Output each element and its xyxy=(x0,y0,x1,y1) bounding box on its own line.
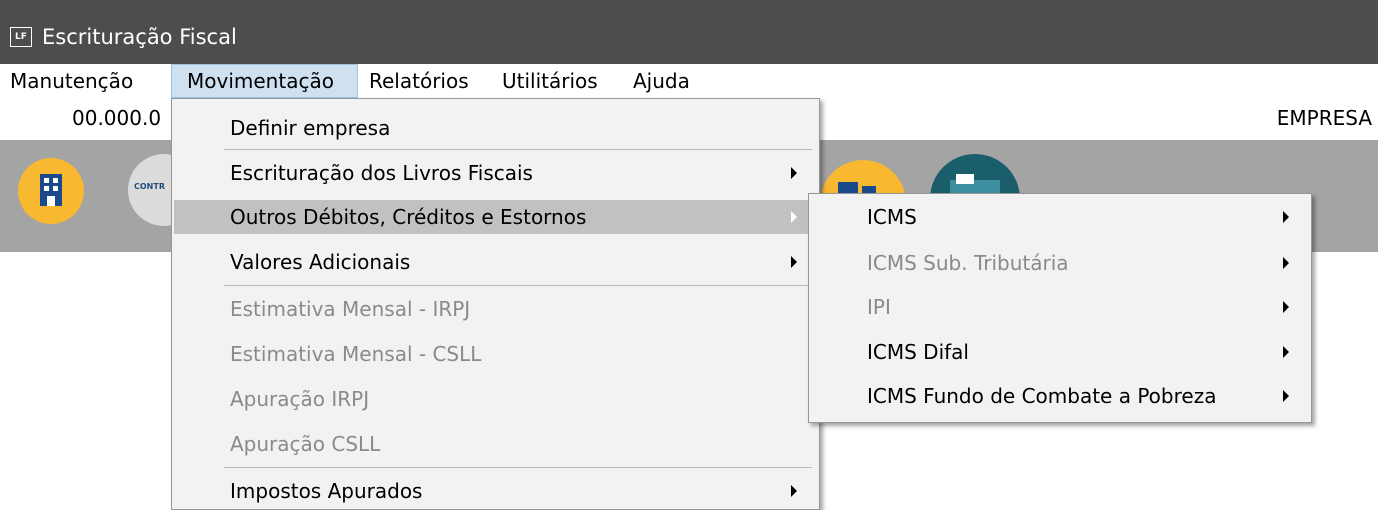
submenu-arrow-icon xyxy=(1283,301,1289,313)
submenu-item-icms[interactable]: ICMS xyxy=(809,200,1311,234)
menuitem-label: Estimativa Mensal - IRPJ xyxy=(230,297,471,321)
menu-bar: Manutenção Movimentação Relatórios Utili… xyxy=(0,64,1378,98)
menuitem-label: ICMS Difal xyxy=(867,340,969,364)
menuitem-label: ICMS xyxy=(867,205,917,229)
submenu-arrow-icon xyxy=(1283,346,1289,358)
menuitem-impostos-apurados[interactable]: Impostos Apurados xyxy=(172,474,819,508)
submenu-arrow-icon xyxy=(791,485,797,497)
menuitem-label: ICMS Sub. Tributária xyxy=(867,251,1069,275)
menuitem-outros-debitos[interactable]: Outros Débitos, Créditos e Estornos xyxy=(174,200,817,234)
submenu-item-icms-fcp[interactable]: ICMS Fundo de Combate a Pobreza xyxy=(809,379,1311,413)
menu-separator xyxy=(224,285,812,286)
menu-manutencao-label: Manutenção xyxy=(10,69,134,93)
cnpj-text: 00.000.0 xyxy=(72,106,162,130)
submenu-arrow-icon xyxy=(791,167,797,179)
submenu-arrow-icon xyxy=(791,256,797,268)
menuitem-label: IPI xyxy=(867,295,891,319)
menuitem-label: Escrituração dos Livros Fiscais xyxy=(230,161,533,185)
menuitem-label: Outros Débitos, Créditos e Estornos xyxy=(230,205,587,229)
submenu-arrow-icon xyxy=(791,211,797,223)
menuitem-definir-empresa[interactable]: Definir empresa xyxy=(172,111,819,145)
menuitem-label: Apuração IRPJ xyxy=(230,387,370,411)
submenu-item-ipi[interactable]: IPI xyxy=(809,290,1311,324)
submenu-item-icms-difal[interactable]: ICMS Difal xyxy=(809,335,1311,369)
menu-utilitarios-label: Utilitários xyxy=(502,69,598,93)
submenu-arrow-icon xyxy=(1283,390,1289,402)
menu-ajuda[interactable]: Ajuda xyxy=(633,64,703,98)
menu-manutencao[interactable]: Manutenção xyxy=(6,64,166,98)
app-logo-icon: LF xyxy=(10,27,32,47)
movimentacao-menu: Definir empresa Escrituração dos Livros … xyxy=(171,98,820,510)
submenu-arrow-icon xyxy=(1283,211,1289,223)
menu-relatorios[interactable]: Relatórios xyxy=(369,64,484,98)
menu-separator xyxy=(224,467,812,468)
menuitem-estimativa-irpj[interactable]: Estimativa Mensal - IRPJ xyxy=(172,292,819,326)
submenu-arrow-icon xyxy=(1283,257,1289,269)
outros-debitos-submenu: ICMS ICMS Sub. Tributária IPI ICMS Difal… xyxy=(808,193,1312,423)
building-icon xyxy=(40,174,62,206)
empresa-toolbar-button[interactable] xyxy=(18,158,84,224)
contr-label: CONTR xyxy=(134,182,165,191)
menuitem-label: Valores Adicionais xyxy=(230,250,411,274)
menuitem-label: Definir empresa xyxy=(230,116,391,140)
title-bar: LF Escrituração Fiscal xyxy=(0,0,1378,64)
menuitem-label: ICMS Fundo de Combate a Pobreza xyxy=(867,384,1217,408)
menuitem-apuracao-irpj[interactable]: Apuração IRPJ xyxy=(172,382,819,416)
submenu-item-icms-st[interactable]: ICMS Sub. Tributária xyxy=(809,246,1311,280)
menu-movimentacao-label: Movimentação xyxy=(187,69,334,93)
menuitem-label: Estimativa Mensal - CSLL xyxy=(230,342,482,366)
menu-relatorios-label: Relatórios xyxy=(369,69,469,93)
window-title: LF Escrituração Fiscal xyxy=(10,22,237,52)
menuitem-valores-adicionais[interactable]: Valores Adicionais xyxy=(172,245,819,279)
menuitem-label: Apuração CSLL xyxy=(230,432,381,456)
menuitem-label: Impostos Apurados xyxy=(230,479,423,503)
menu-movimentacao[interactable]: Movimentação xyxy=(171,64,358,98)
menu-separator xyxy=(224,149,812,150)
menu-ajuda-label: Ajuda xyxy=(633,69,690,93)
menu-utilitarios[interactable]: Utilitários xyxy=(502,64,620,98)
menuitem-escrituracao-livros[interactable]: Escrituração dos Livros Fiscais xyxy=(172,156,819,190)
window-title-text: Escrituração Fiscal xyxy=(42,25,237,49)
menuitem-apuracao-csll[interactable]: Apuração CSLL xyxy=(172,427,819,461)
menuitem-estimativa-csll[interactable]: Estimativa Mensal - CSLL xyxy=(172,337,819,371)
empresa-text: EMPRESA xyxy=(1276,106,1372,130)
